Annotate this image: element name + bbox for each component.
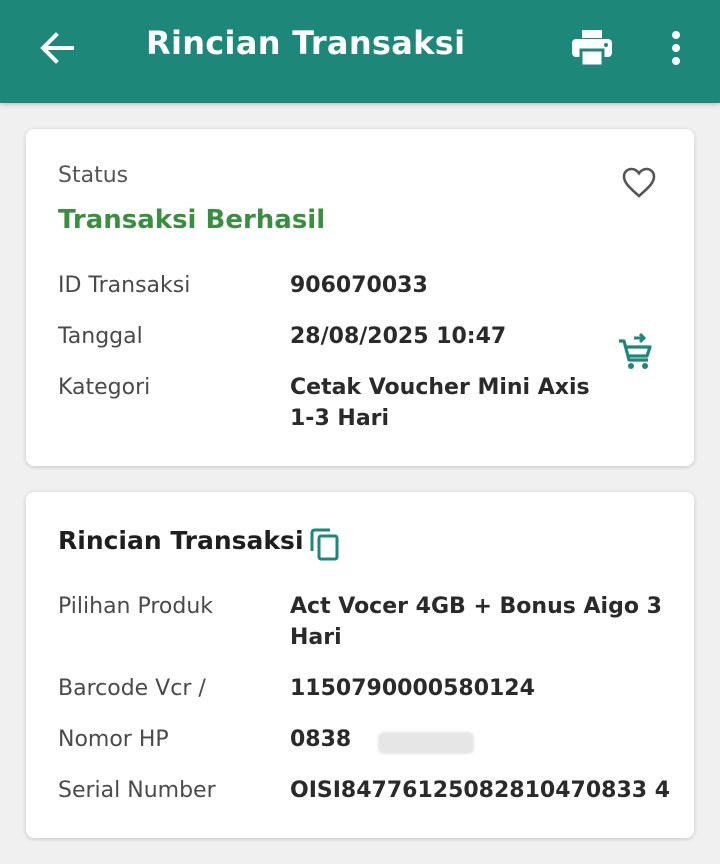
- status-label: Status: [58, 163, 129, 188]
- summary-card: Status Transaksi Berhasil ID Transaksi 9…: [26, 129, 694, 466]
- redaction-blur: [378, 732, 474, 754]
- status-value: Transaksi Berhasil: [58, 205, 326, 235]
- heart-outline-icon[interactable]: [622, 167, 656, 199]
- tanggal-value: 28/08/2025 10:47: [290, 324, 507, 349]
- id-transaksi-value: 906070033: [290, 273, 428, 298]
- page-title: Rincian Transaksi: [146, 24, 466, 62]
- nomor-hp-value: 0838: [290, 727, 352, 752]
- pilihan-produk-value-line1: Act Vocer 4GB + Bonus Aigo 3: [290, 594, 662, 619]
- more-vert-icon[interactable]: [654, 24, 698, 72]
- kategori-value-line1: Cetak Voucher Mini Axis: [290, 375, 590, 400]
- barcode-value: 1150790000580124: [290, 676, 535, 701]
- nomor-hp-label: Nomor HP: [58, 727, 169, 752]
- serial-number-value: OISI84776125082810470833 4: [290, 778, 671, 803]
- pilihan-produk-label: Pilihan Produk: [58, 594, 214, 619]
- serial-number-label: Serial Number: [58, 778, 216, 803]
- app-bar: Rincian Transaksi: [0, 0, 720, 103]
- barcode-label: Barcode Vcr /: [58, 676, 206, 701]
- copy-icon[interactable]: [308, 526, 342, 562]
- id-transaksi-label: ID Transaksi: [58, 273, 191, 298]
- kategori-value-line2: 1-3 Hari: [290, 406, 390, 431]
- add-cart-icon[interactable]: [616, 332, 656, 373]
- tanggal-label: Tanggal: [58, 324, 143, 349]
- details-title: Rincian Transaksi: [58, 526, 304, 555]
- details-card: Rincian Transaksi Pilihan Produk Act Voc…: [26, 492, 694, 838]
- pilihan-produk-value-line2: Hari: [290, 625, 342, 650]
- arrow-back-icon[interactable]: [32, 26, 80, 70]
- kategori-label: Kategori: [58, 375, 151, 400]
- printer-icon[interactable]: [566, 24, 618, 72]
